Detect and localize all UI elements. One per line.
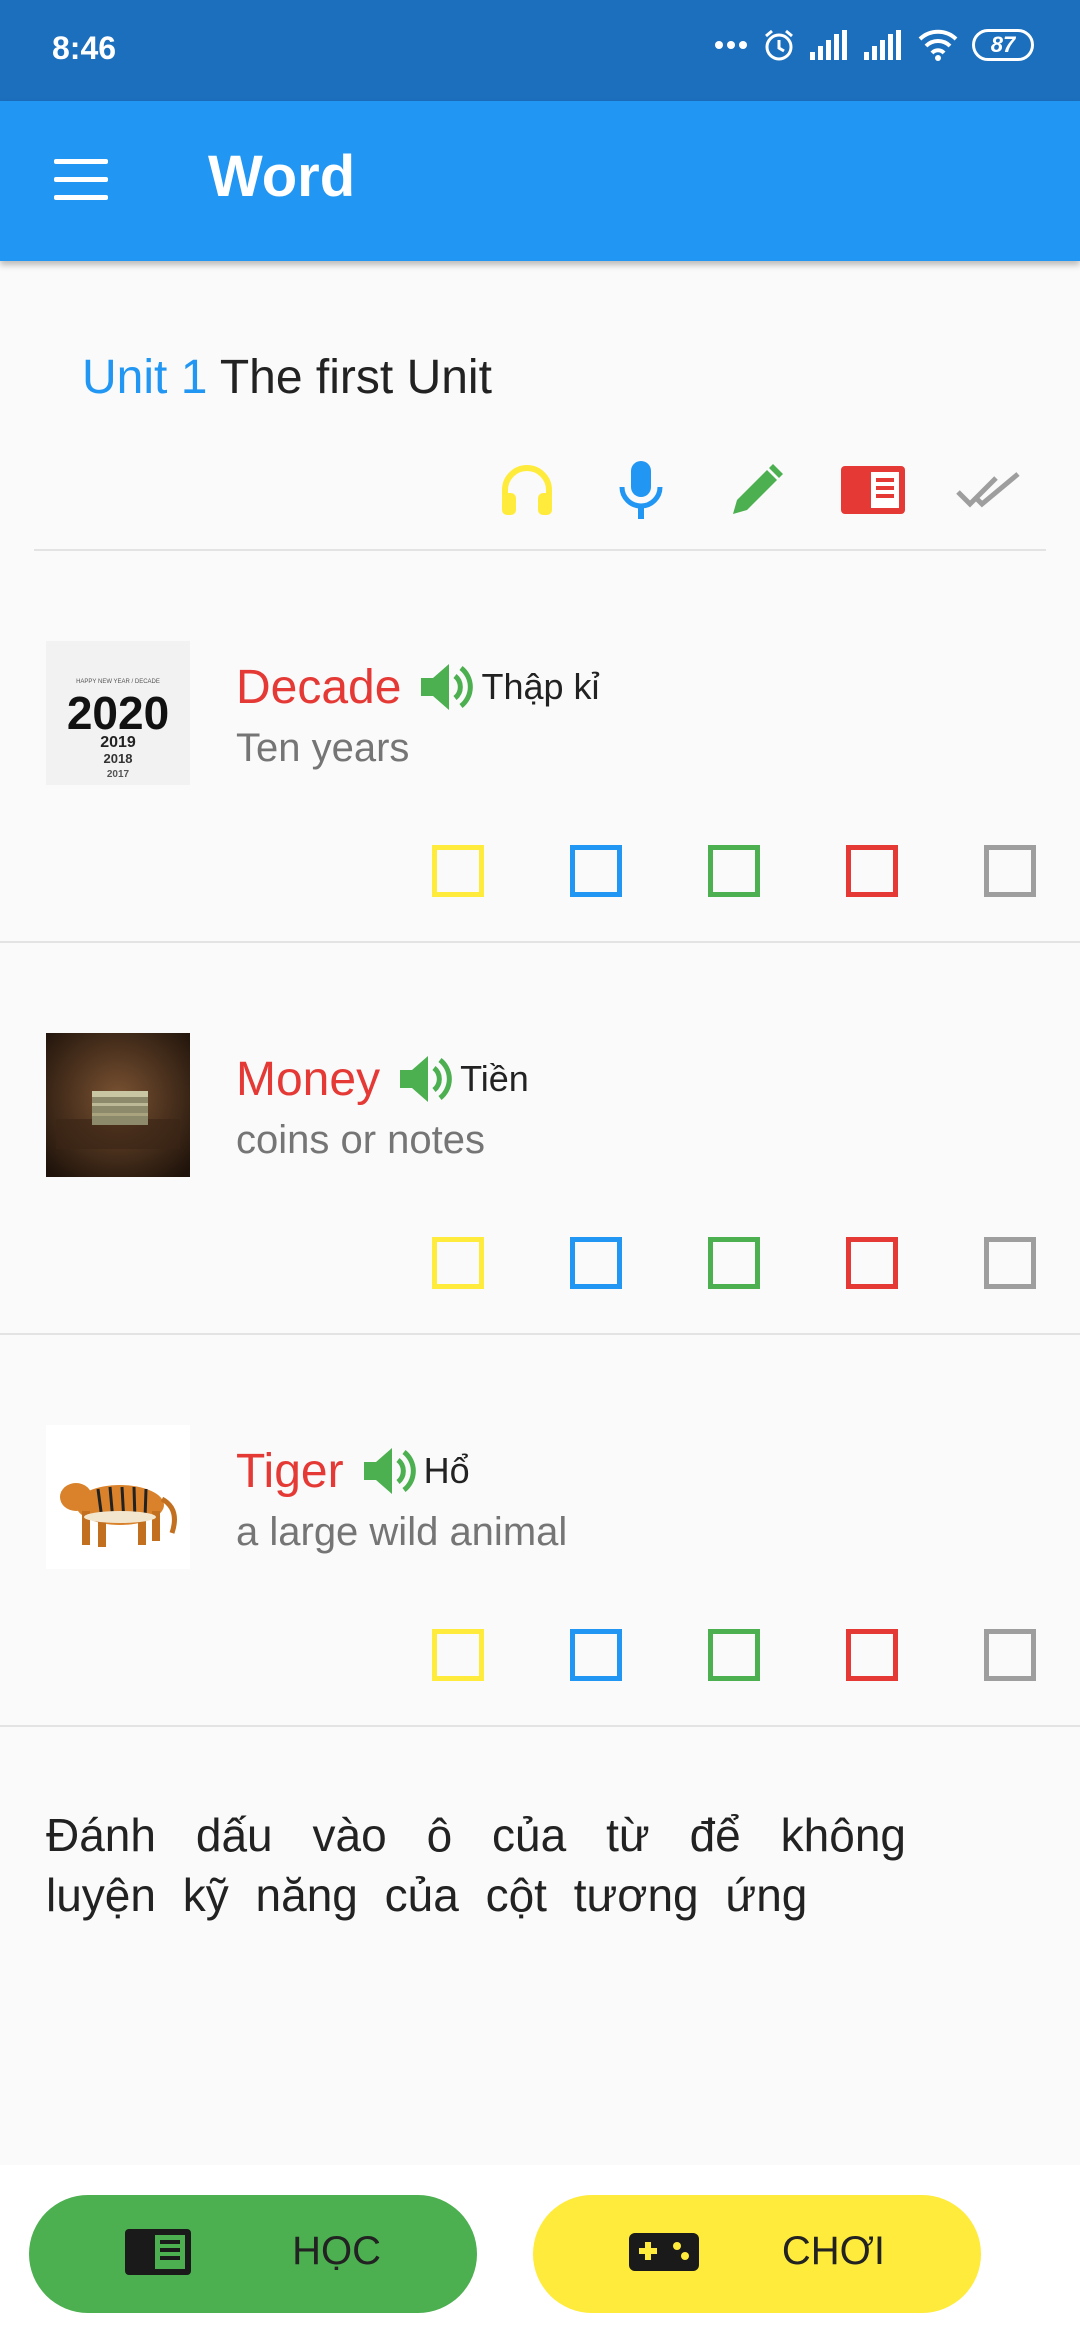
skill-checkboxes — [0, 845, 1080, 901]
writing-checkbox[interactable] — [708, 1237, 760, 1289]
image-year: 2020 — [67, 687, 169, 739]
play-button[interactable]: CHƠI — [533, 2195, 981, 2313]
word-image-money — [46, 1033, 190, 1177]
speaking-checkbox[interactable] — [570, 1629, 622, 1681]
speaker-icon[interactable] — [419, 662, 475, 712]
hint-text: Đánh dấu vào ô của từ để không luyện kỹ … — [46, 1809, 906, 1921]
word-text: Money — [236, 1052, 381, 1106]
alarm-icon — [765, 29, 793, 61]
play-button-label: CHƠI — [781, 2229, 885, 2273]
word-image-tiger — [46, 1425, 190, 1569]
page-title: Word — [208, 144, 356, 209]
word-text: Decade — [236, 660, 402, 714]
speaker-icon[interactable] — [398, 1054, 454, 1104]
word-meaning: Tiền — [460, 1058, 529, 1099]
word-line: Money Tiền — [236, 1043, 529, 1115]
skill-column-icons — [0, 455, 1080, 525]
signal-icon — [810, 30, 847, 60]
battery-indicator: 87 — [972, 29, 1034, 61]
word-meaning: Thập kỉ — [481, 666, 600, 707]
word-text: Tiger — [236, 1444, 344, 1498]
app-bar: Word — [0, 101, 1080, 261]
image-year-3: 2017 — [107, 769, 130, 780]
word-image-decade: HAPPY NEW YEAR / DECADE 2020 2019 2018 2… — [46, 641, 190, 785]
bottom-action-bar: HỌC CHƠI — [0, 2165, 1080, 2340]
word-definition: a large wild animal — [236, 1510, 568, 1554]
word-row-tiger: Tiger Hổ a large wild animal — [0, 1335, 1080, 1727]
word-meaning: Hổ — [423, 1450, 470, 1491]
learned-checkbox[interactable] — [984, 1629, 1036, 1681]
more-dots-icon — [715, 41, 747, 49]
word-row-decade: HAPPY NEW YEAR / DECADE 2020 2019 2018 2… — [0, 551, 1080, 943]
speaking-checkbox[interactable] — [570, 1237, 622, 1289]
word-definition: coins or notes — [236, 1118, 486, 1162]
speaking-checkbox[interactable] — [570, 845, 622, 897]
learn-button-label: HỌC — [292, 2229, 381, 2273]
book-icon[interactable] — [838, 455, 908, 525]
word-line: Tiger Hổ — [236, 1435, 470, 1507]
learned-checkbox[interactable] — [984, 1237, 1036, 1289]
microphone-icon[interactable] — [606, 455, 676, 525]
signal-icon-2 — [864, 30, 901, 60]
wifi-icon — [918, 29, 958, 61]
writing-checkbox[interactable] — [708, 845, 760, 897]
listening-checkbox[interactable] — [432, 1629, 484, 1681]
word-row-money: Money Tiền coins or notes — [0, 943, 1080, 1335]
reading-checkbox[interactable] — [846, 845, 898, 897]
skill-checkboxes — [0, 1629, 1080, 1685]
headphones-icon[interactable] — [492, 455, 562, 525]
unit-name: The first Unit — [219, 351, 492, 404]
book-icon — [125, 2225, 191, 2284]
word-line: Decade Thập kỉ — [236, 651, 600, 723]
pencil-icon[interactable] — [722, 455, 792, 525]
reading-checkbox[interactable] — [846, 1237, 898, 1289]
unit-header: Unit 1 The first Unit — [82, 350, 492, 405]
image-caption: HAPPY NEW YEAR / DECADE — [76, 679, 160, 685]
double-check-icon[interactable] — [954, 455, 1024, 525]
learn-button[interactable]: HỌC — [29, 2195, 477, 2313]
menu-icon[interactable] — [54, 159, 110, 203]
skill-checkboxes — [0, 1237, 1080, 1293]
status-icons: 87 — [714, 28, 1034, 62]
listening-checkbox[interactable] — [432, 1237, 484, 1289]
image-year-2: 2018 — [104, 751, 133, 766]
speaker-icon[interactable] — [362, 1446, 418, 1496]
reading-checkbox[interactable] — [846, 1629, 898, 1681]
learned-checkbox[interactable] — [984, 845, 1036, 897]
writing-checkbox[interactable] — [708, 1629, 760, 1681]
unit-number: Unit 1 — [82, 351, 208, 404]
listening-checkbox[interactable] — [432, 845, 484, 897]
word-definition: Ten years — [236, 726, 410, 770]
gamepad-icon — [629, 2225, 699, 2284]
status-bar: 8:46 87 — [0, 0, 1080, 101]
status-time: 8:46 — [52, 30, 117, 66]
image-year-1: 2019 — [100, 734, 136, 751]
